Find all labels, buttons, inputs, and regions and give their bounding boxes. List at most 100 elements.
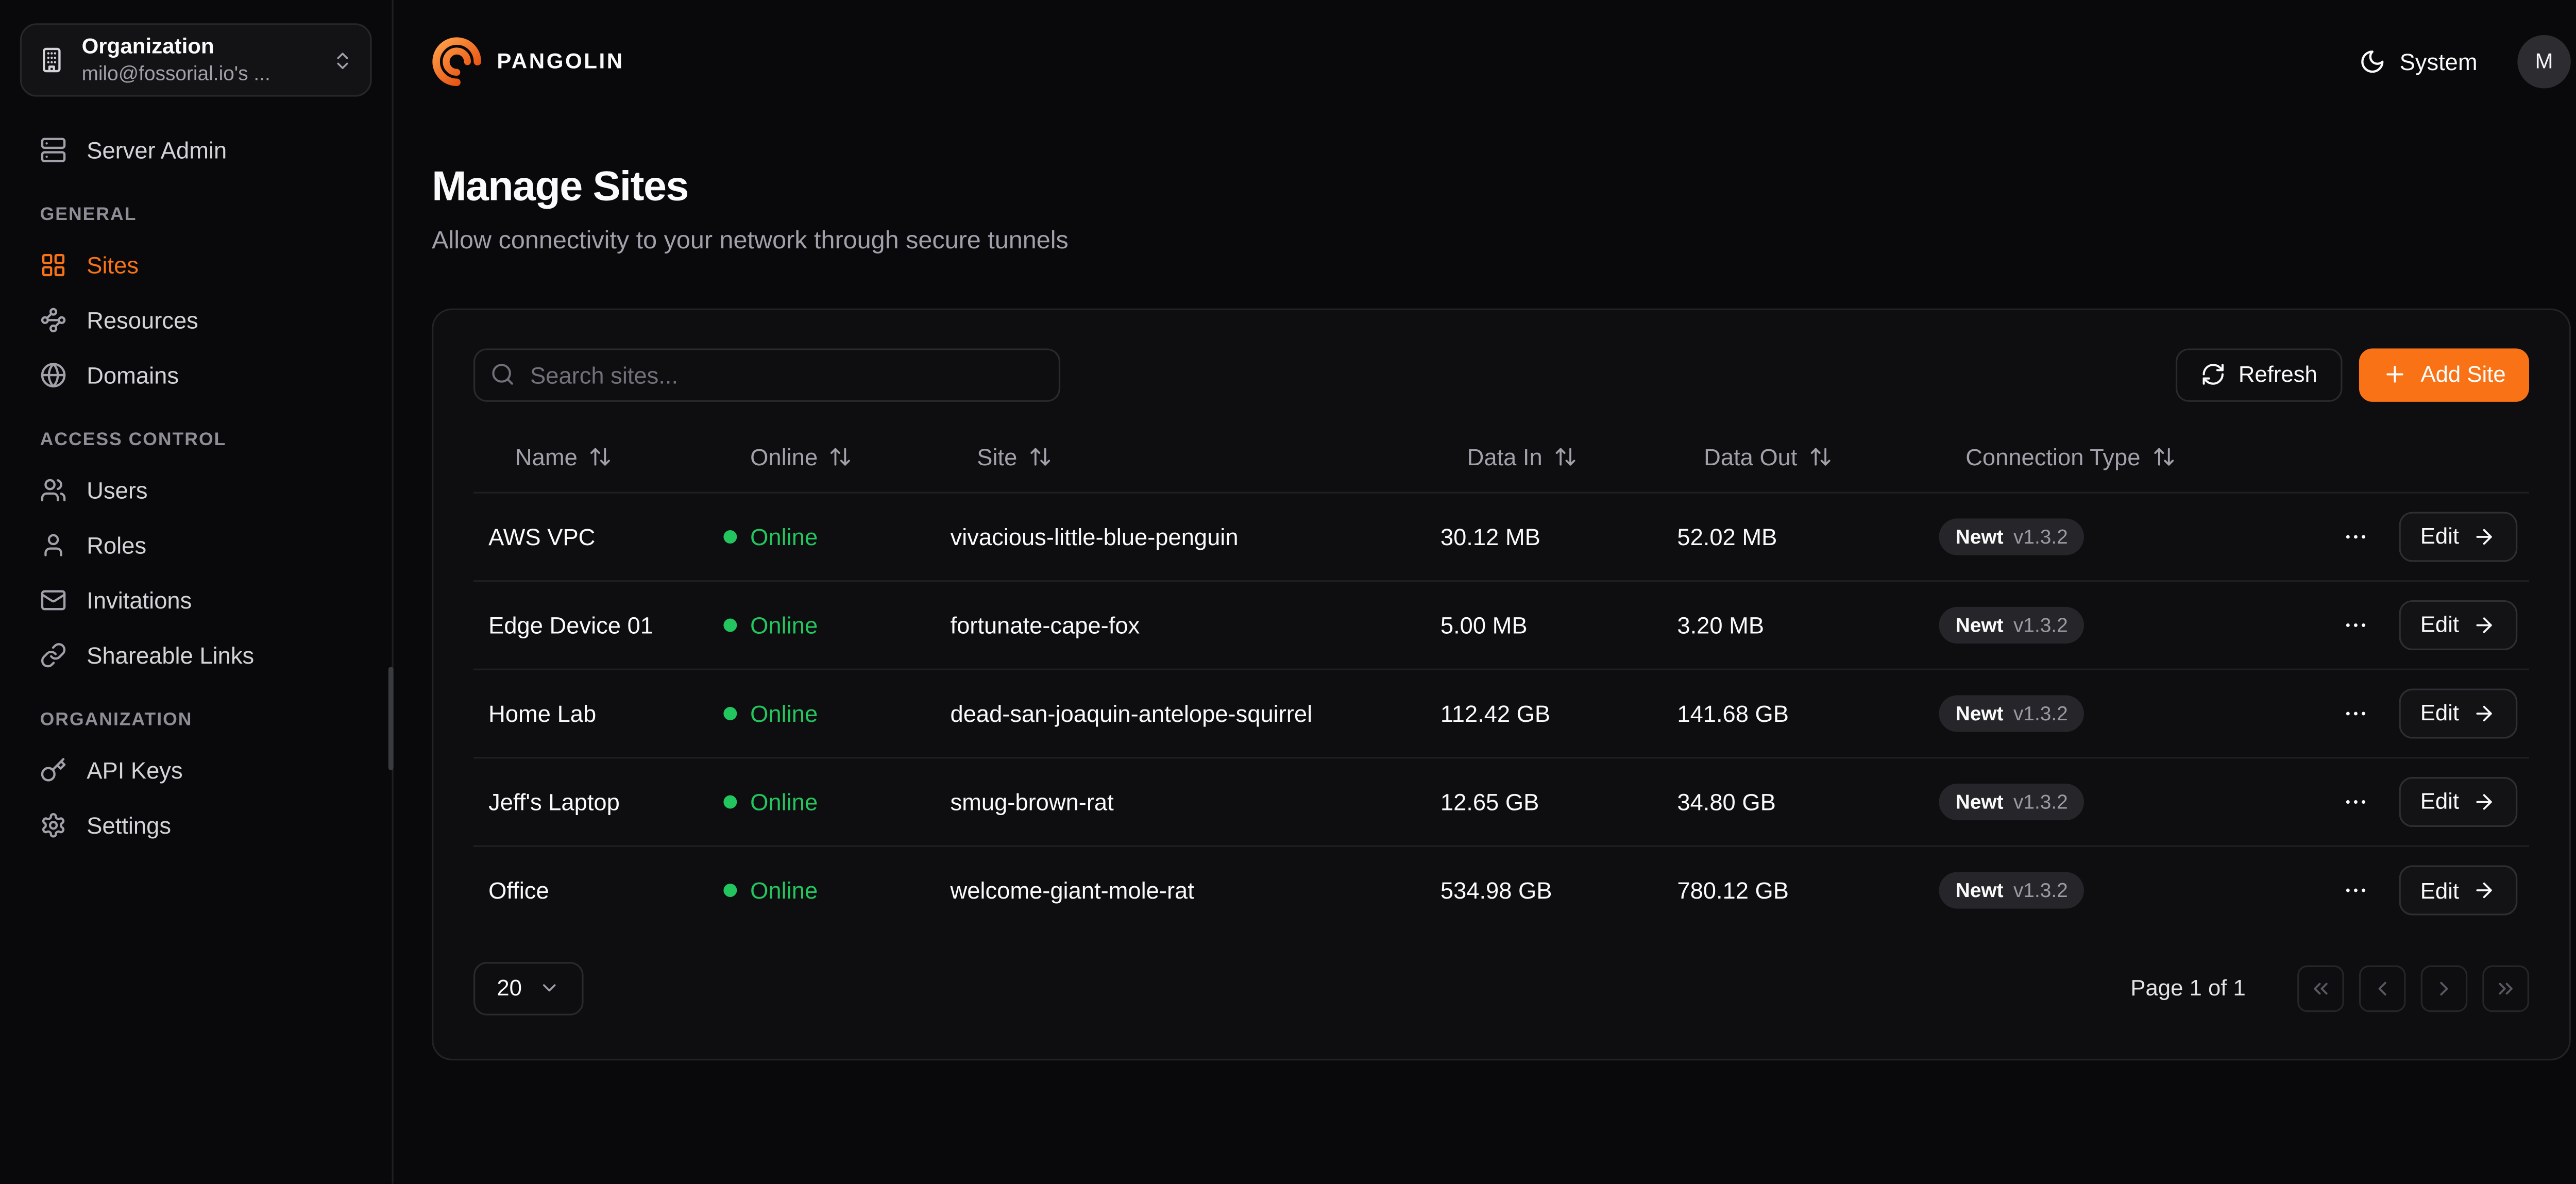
last-page-button[interactable] (2482, 965, 2529, 1011)
page-subtitle: Allow connectivity to your network throu… (432, 226, 2571, 254)
sort-connection-type-button[interactable]: Connection Type (1939, 444, 2175, 470)
column-label: Data Out (1704, 444, 1797, 470)
connection-badge: Newtv1.3.2 (1939, 606, 2084, 642)
add-site-button[interactable]: Add Site (2359, 348, 2529, 401)
page-size-select[interactable]: 20 (473, 961, 584, 1015)
actions-cell: Edit (2224, 865, 2529, 915)
sidebar-item-resources[interactable]: Resources (20, 292, 372, 347)
sidebar-item-domains[interactable]: Domains (20, 347, 372, 402)
ellipsis-icon (2342, 788, 2369, 815)
chevrons-up-down-icon (332, 49, 353, 71)
sort-data-out-button[interactable]: Data Out (1677, 444, 1832, 470)
sidebar-scrollbar-thumb[interactable] (388, 667, 394, 770)
actions-cell: Edit (2224, 599, 2529, 649)
sort-icon (1554, 445, 1577, 468)
sidebar-item-invitations[interactable]: Invitations (20, 572, 372, 627)
avatar[interactable]: M (2517, 34, 2571, 88)
row-menu-button[interactable] (2335, 781, 2376, 821)
status-cell: Online (708, 522, 935, 549)
actions-cell: Edit (2224, 688, 2529, 738)
sidebar-item-roles[interactable]: Roles (20, 517, 372, 572)
org-selector-value: milo@fossorial.io's ... (82, 61, 315, 87)
edit-button[interactable]: Edit (2399, 599, 2518, 649)
edit-label: Edit (2420, 523, 2459, 549)
column-label: Online (750, 444, 818, 470)
org-selector[interactable]: Organization milo@fossorial.io's ... (20, 23, 372, 96)
topbar-right: System M (2360, 34, 2571, 88)
sidebar-item-label: Shareable Links (87, 641, 254, 668)
edit-button[interactable]: Edit (2399, 776, 2518, 826)
sidebar-item-label: Settings (87, 811, 171, 838)
sidebar: Organization milo@fossorial.io's ... Ser… (0, 0, 394, 1184)
site-cell: vivacious-little-blue-penguin (935, 522, 1425, 549)
theme-label: System (2400, 47, 2478, 74)
table-row: AWS VPC Online vivacious-little-blue-pen… (473, 493, 2529, 581)
status-label: Online (750, 611, 818, 638)
brand-name: PANGOLIN (497, 48, 624, 74)
search-input[interactable] (473, 348, 1060, 401)
sort-name-button[interactable]: Name (488, 444, 613, 470)
name-cell: Office (473, 877, 708, 904)
sidebar-item-api-keys[interactable]: API Keys (20, 742, 372, 797)
link-icon (40, 641, 67, 668)
sort-site-button[interactable]: Site (951, 444, 1053, 470)
column-label: Connection Type (1965, 444, 2140, 470)
row-menu-button[interactable] (2335, 604, 2376, 645)
arrow-right-icon (2472, 878, 2496, 902)
sidebar-item-label: API Keys (87, 756, 182, 783)
table-header-row: Name Online Site Data In Data Out Connec… (473, 426, 2529, 493)
row-menu-button[interactable] (2335, 516, 2376, 556)
users-icon (40, 476, 67, 503)
site-cell: dead-san-joaquin-antelope-squirrel (935, 699, 1425, 726)
sidebar-item-sites[interactable]: Sites (20, 237, 372, 292)
refresh-button[interactable]: Refresh (2175, 348, 2343, 401)
topbar: PANGOLIN System M (394, 0, 2576, 122)
data-in-cell: 112.42 GB (1426, 699, 1663, 726)
page-title: Manage Sites (432, 165, 2571, 211)
data-in-cell: 534.98 GB (1426, 877, 1663, 904)
ellipsis-icon (2342, 699, 2369, 726)
pagination-controls: Page 1 of 1 (2130, 965, 2529, 1011)
data-out-cell: 52.02 MB (1662, 522, 1924, 549)
online-dot-icon (723, 884, 737, 897)
edit-button[interactable]: Edit (2399, 688, 2518, 738)
edit-button[interactable]: Edit (2399, 865, 2518, 915)
site-cell: smug-brown-rat (935, 788, 1425, 815)
edit-label: Edit (2420, 612, 2459, 637)
resources-icon (40, 306, 67, 333)
chevrons-left-icon (2309, 976, 2332, 1000)
status-label: Online (750, 699, 818, 726)
row-menu-button[interactable] (2335, 693, 2376, 733)
sidebar-item-settings[interactable]: Settings (20, 797, 372, 852)
status-label: Online (750, 788, 818, 815)
sidebar-section-organization: ORGANIZATION (40, 711, 352, 731)
sort-data-in-button[interactable]: Data In (1440, 444, 1578, 470)
main-area: PANGOLIN System M Manage Sites Allow con… (394, 0, 2576, 1184)
data-out-cell: 3.20 MB (1662, 611, 1924, 638)
next-page-button[interactable] (2421, 965, 2468, 1011)
theme-toggle-button[interactable]: System (2360, 47, 2478, 74)
sort-online-button[interactable]: Online (723, 444, 853, 470)
pangolin-logo-icon (432, 36, 482, 86)
sidebar-item-label: Roles (87, 531, 146, 558)
site-cell: fortunate-cape-fox (935, 611, 1425, 638)
prev-page-button[interactable] (2359, 965, 2406, 1011)
sidebar-item-server-admin[interactable]: Server Admin (20, 122, 372, 177)
row-menu-button[interactable] (2335, 870, 2376, 910)
column-label: Data In (1467, 444, 1543, 470)
sidebar-item-label: Server Admin (87, 136, 227, 163)
actions-cell: Edit (2224, 776, 2529, 826)
sites-icon (40, 251, 67, 278)
table-footer: 20 Page 1 of 1 (473, 961, 2529, 1015)
edit-button[interactable]: Edit (2399, 511, 2518, 561)
data-in-cell: 12.65 GB (1426, 788, 1663, 815)
data-in-cell: 5.00 MB (1426, 611, 1663, 638)
sidebar-item-users[interactable]: Users (20, 462, 372, 517)
name-cell: Home Lab (473, 699, 708, 726)
edit-label: Edit (2420, 878, 2459, 903)
data-out-cell: 141.68 GB (1662, 699, 1924, 726)
first-page-button[interactable] (2297, 965, 2344, 1011)
sites-card: Refresh Add Site Name Online (432, 308, 2571, 1059)
sidebar-item-shareable-links[interactable]: Shareable Links (20, 627, 372, 682)
name-cell: Jeff's Laptop (473, 788, 708, 815)
